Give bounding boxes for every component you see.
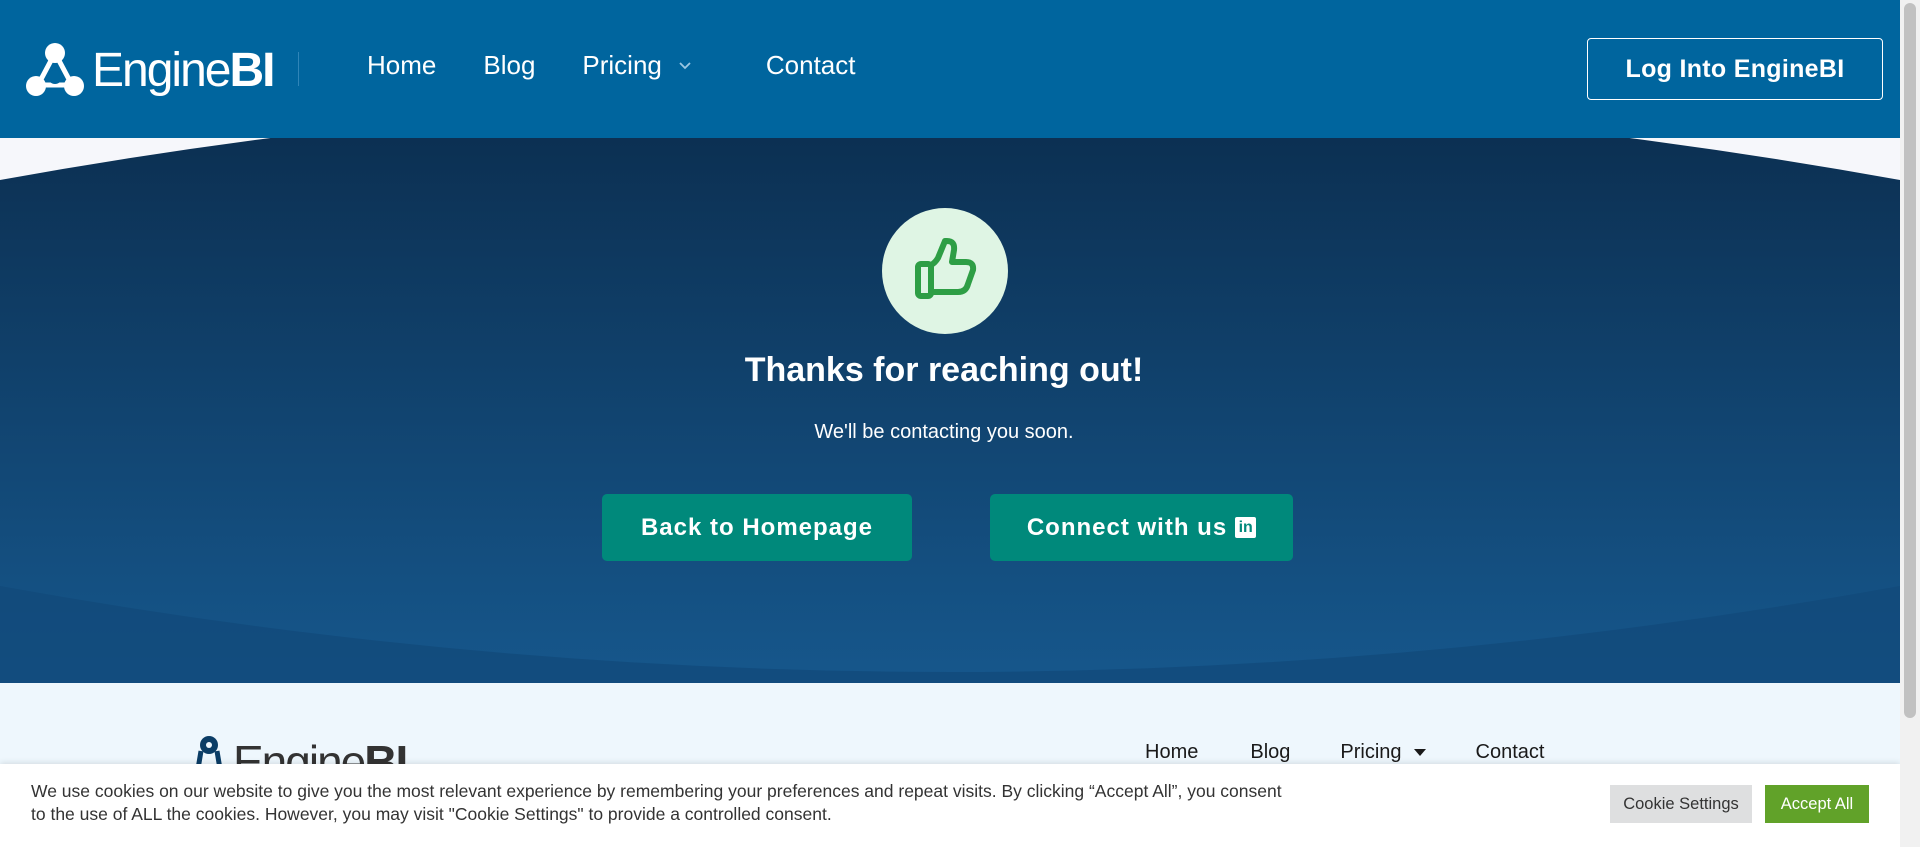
thank-you-hero: Thanks for reaching out! We'll be contac… [0, 138, 1900, 683]
logo-mark-icon [26, 43, 84, 96]
login-button[interactable]: Log Into EngineBI [1587, 38, 1883, 100]
success-badge [882, 208, 1008, 334]
caret-down-icon [1413, 749, 1426, 756]
nav-home-link[interactable]: Home [367, 50, 436, 81]
footer-nav-contact[interactable]: Contact [1476, 741, 1545, 764]
footer-nav: Home Blog Pricing Contact [1145, 741, 1544, 764]
footer-nav-pricing[interactable]: Pricing [1340, 741, 1426, 764]
enginebi-logo[interactable]: EngineBI [24, 40, 275, 100]
linkedin-icon: in [1235, 517, 1257, 538]
main-nav: Home Blog Pricing Contact [367, 50, 856, 81]
nav-blog-link[interactable]: Blog [483, 50, 535, 81]
cookie-settings-button[interactable]: Cookie Settings [1610, 785, 1752, 823]
chevron-down-icon [679, 61, 691, 69]
nav-pricing-dropdown[interactable]: Pricing [582, 50, 691, 81]
header-divider [298, 52, 299, 86]
footer-nav-home[interactable]: Home [1145, 741, 1198, 764]
page-scrollbar[interactable] [1900, 0, 1920, 847]
cookie-consent-bar: We use cookies on our website to give yo… [0, 764, 1900, 847]
scrollbar-thumb[interactable] [1904, 3, 1916, 718]
connect-label: Connect with us [1026, 513, 1228, 541]
nav-contact-link[interactable]: Contact [766, 50, 856, 81]
logo-wordmark: EngineBI [92, 43, 275, 97]
page-subtitle: We'll be contacting you soon. [814, 421, 1074, 443]
page-title: Thanks for reaching out! [744, 351, 1144, 389]
site-header: EngineBI Home Blog Pricing Contact Log I… [0, 0, 1900, 138]
footer-nav-pricing-label: Pricing [1340, 741, 1402, 763]
accept-all-button[interactable]: Accept All [1765, 785, 1869, 823]
footer-nav-blog[interactable]: Blog [1250, 741, 1290, 764]
back-to-homepage-button[interactable]: Back to Homepage [602, 494, 912, 561]
connect-with-us-button[interactable]: Connect with us in [990, 494, 1293, 561]
cookie-message: We use cookies on our website to give yo… [31, 781, 1282, 824]
nav-pricing-label: Pricing [582, 50, 662, 80]
thumbs-up-icon [915, 238, 977, 299]
